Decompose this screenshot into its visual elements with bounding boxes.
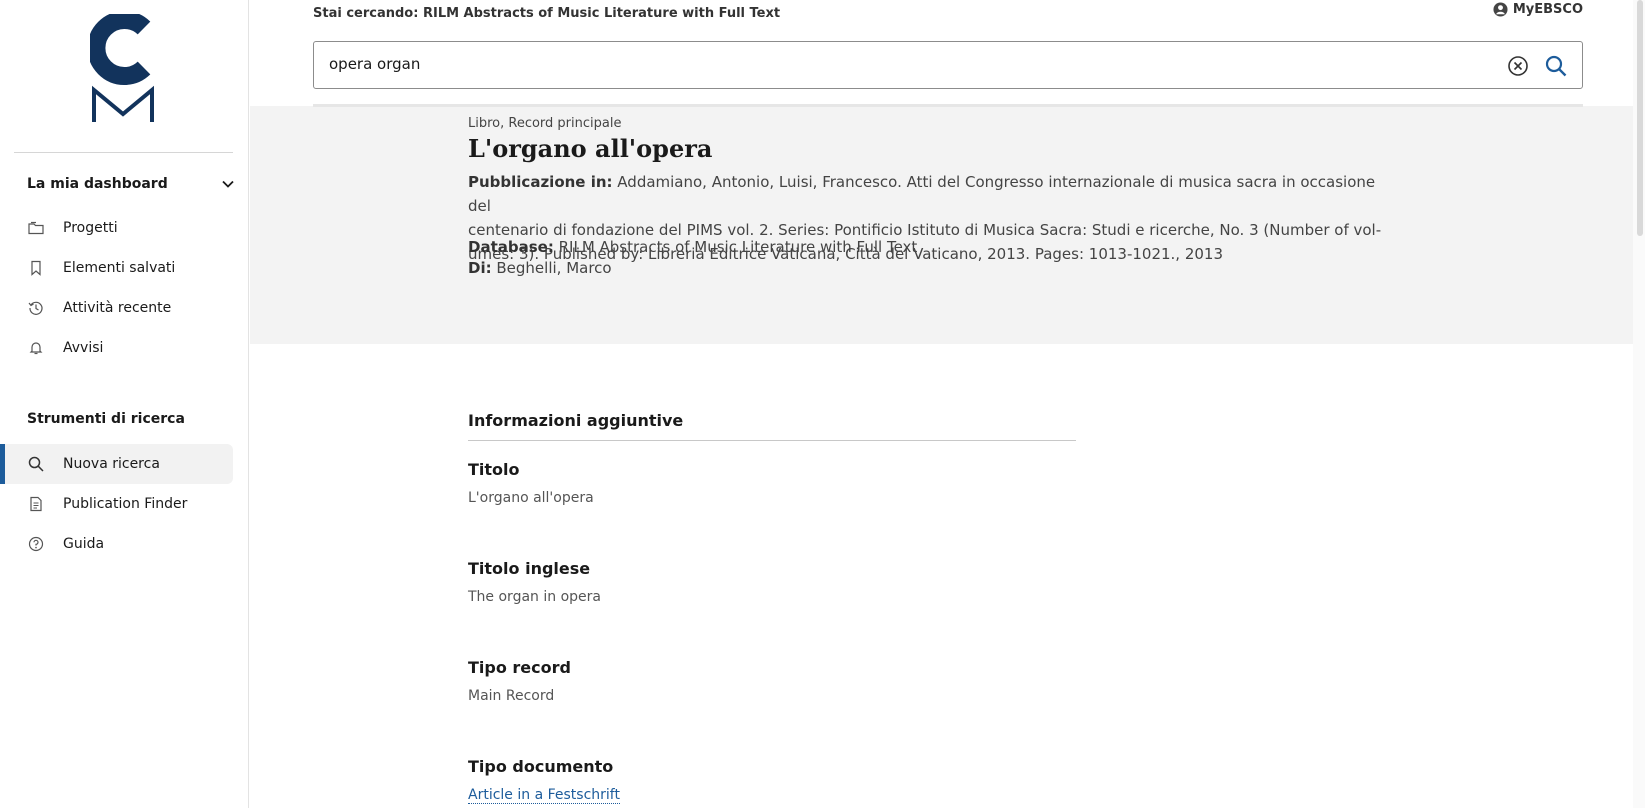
author-label: Di: [468, 259, 492, 277]
sidebar-item-attivita-recente[interactable]: Attività recente [0, 288, 233, 328]
database-value: RILM Abstracts of Music Literature with … [558, 238, 918, 256]
myebsco-label: MyEBSCO [1512, 2, 1583, 17]
sidebar-item-label: Guida [63, 536, 105, 552]
record-database: Database: RILM Abstracts of Music Litera… [468, 238, 917, 256]
search-scope-label: Stai cercando: [313, 6, 419, 21]
document-icon [30, 496, 42, 512]
history-icon [28, 301, 43, 315]
record-type: Libro, Record principale [468, 116, 622, 131]
record-title: L'organo all'opera [468, 134, 713, 163]
user-icon [1493, 2, 1508, 17]
field-label-titolo-inglese: Titolo inglese [468, 559, 591, 578]
record-author: Di: Beghelli, Marco [468, 259, 612, 277]
field-value-tipo-documento-link[interactable]: Article in a Festschrift [468, 787, 620, 804]
search-bar [313, 41, 1583, 89]
search-icon [28, 456, 44, 472]
dashboard-heading: La mia dashboard [27, 176, 168, 192]
search-input[interactable] [329, 55, 1459, 73]
page-scrollbar[interactable] [1633, 0, 1645, 808]
field-label-titolo: Titolo [468, 460, 520, 479]
additional-info-heading: Informazioni aggiuntive [468, 411, 684, 430]
publication-line-2: centenario di fondazione del PIMS vol. 2… [468, 221, 1382, 239]
help-icon [28, 536, 44, 552]
publication-label: Pubblicazione in: [468, 173, 613, 191]
database-label: Database: [468, 238, 554, 256]
sidebar-item-label: Publication Finder [63, 496, 188, 512]
search-bar-shadow [313, 104, 1583, 107]
sidebar-item-nuova-ricerca[interactable]: Nuova ricerca [0, 444, 233, 484]
tools-heading: Strumenti di ricerca [27, 411, 185, 427]
sidebar-item-progetti[interactable]: Progetti [0, 208, 233, 248]
dashboard-toggle[interactable]: La mia dashboard [27, 176, 235, 192]
sidebar-item-label: Elementi salvati [63, 260, 176, 276]
search-scope-database: RILM Abstracts of Music Literature with … [422, 6, 781, 21]
search-scope: Stai cercando: RILM Abstracts of Music L… [313, 6, 780, 21]
search-submit-icon[interactable] [1544, 54, 1568, 78]
scrollbar-thumb[interactable] [1637, 0, 1643, 236]
sidebar-item-label: Avvisi [63, 340, 104, 356]
sidebar-item-guida[interactable]: Guida [0, 524, 233, 564]
chevron-down-icon [222, 180, 234, 188]
folder-icon [28, 221, 44, 235]
sidebar: La mia dashboard Progetti Elementi salva… [0, 0, 249, 808]
bookmark-icon [31, 260, 41, 276]
sidebar-item-publication-finder[interactable]: Publication Finder [0, 484, 233, 524]
sidebar-item-elementi-salvati[interactable]: Elementi salvati [0, 248, 233, 288]
clear-search-icon[interactable] [1507, 55, 1529, 77]
myebsco-account-button[interactable]: MyEBSCO [1493, 2, 1583, 17]
field-value-titolo: L'organo all'opera [468, 490, 594, 506]
sidebar-item-label: Nuova ricerca [63, 456, 160, 472]
bell-icon [29, 342, 43, 355]
sidebar-item-avvisi[interactable]: Avvisi [0, 328, 233, 368]
field-value-tipo-record: Main Record [468, 688, 555, 704]
section-divider [468, 440, 1076, 441]
author-value: Beghelli, Marco [496, 259, 612, 277]
field-value-titolo-inglese: The organ in opera [468, 589, 601, 605]
cm-logo[interactable] [90, 14, 156, 124]
sidebar-divider [14, 152, 233, 153]
sidebar-item-label: Attività recente [63, 300, 172, 316]
sidebar-item-label: Progetti [63, 220, 118, 236]
field-label-tipo-documento: Tipo documento [468, 757, 614, 776]
field-label-tipo-record: Tipo record [468, 658, 571, 677]
